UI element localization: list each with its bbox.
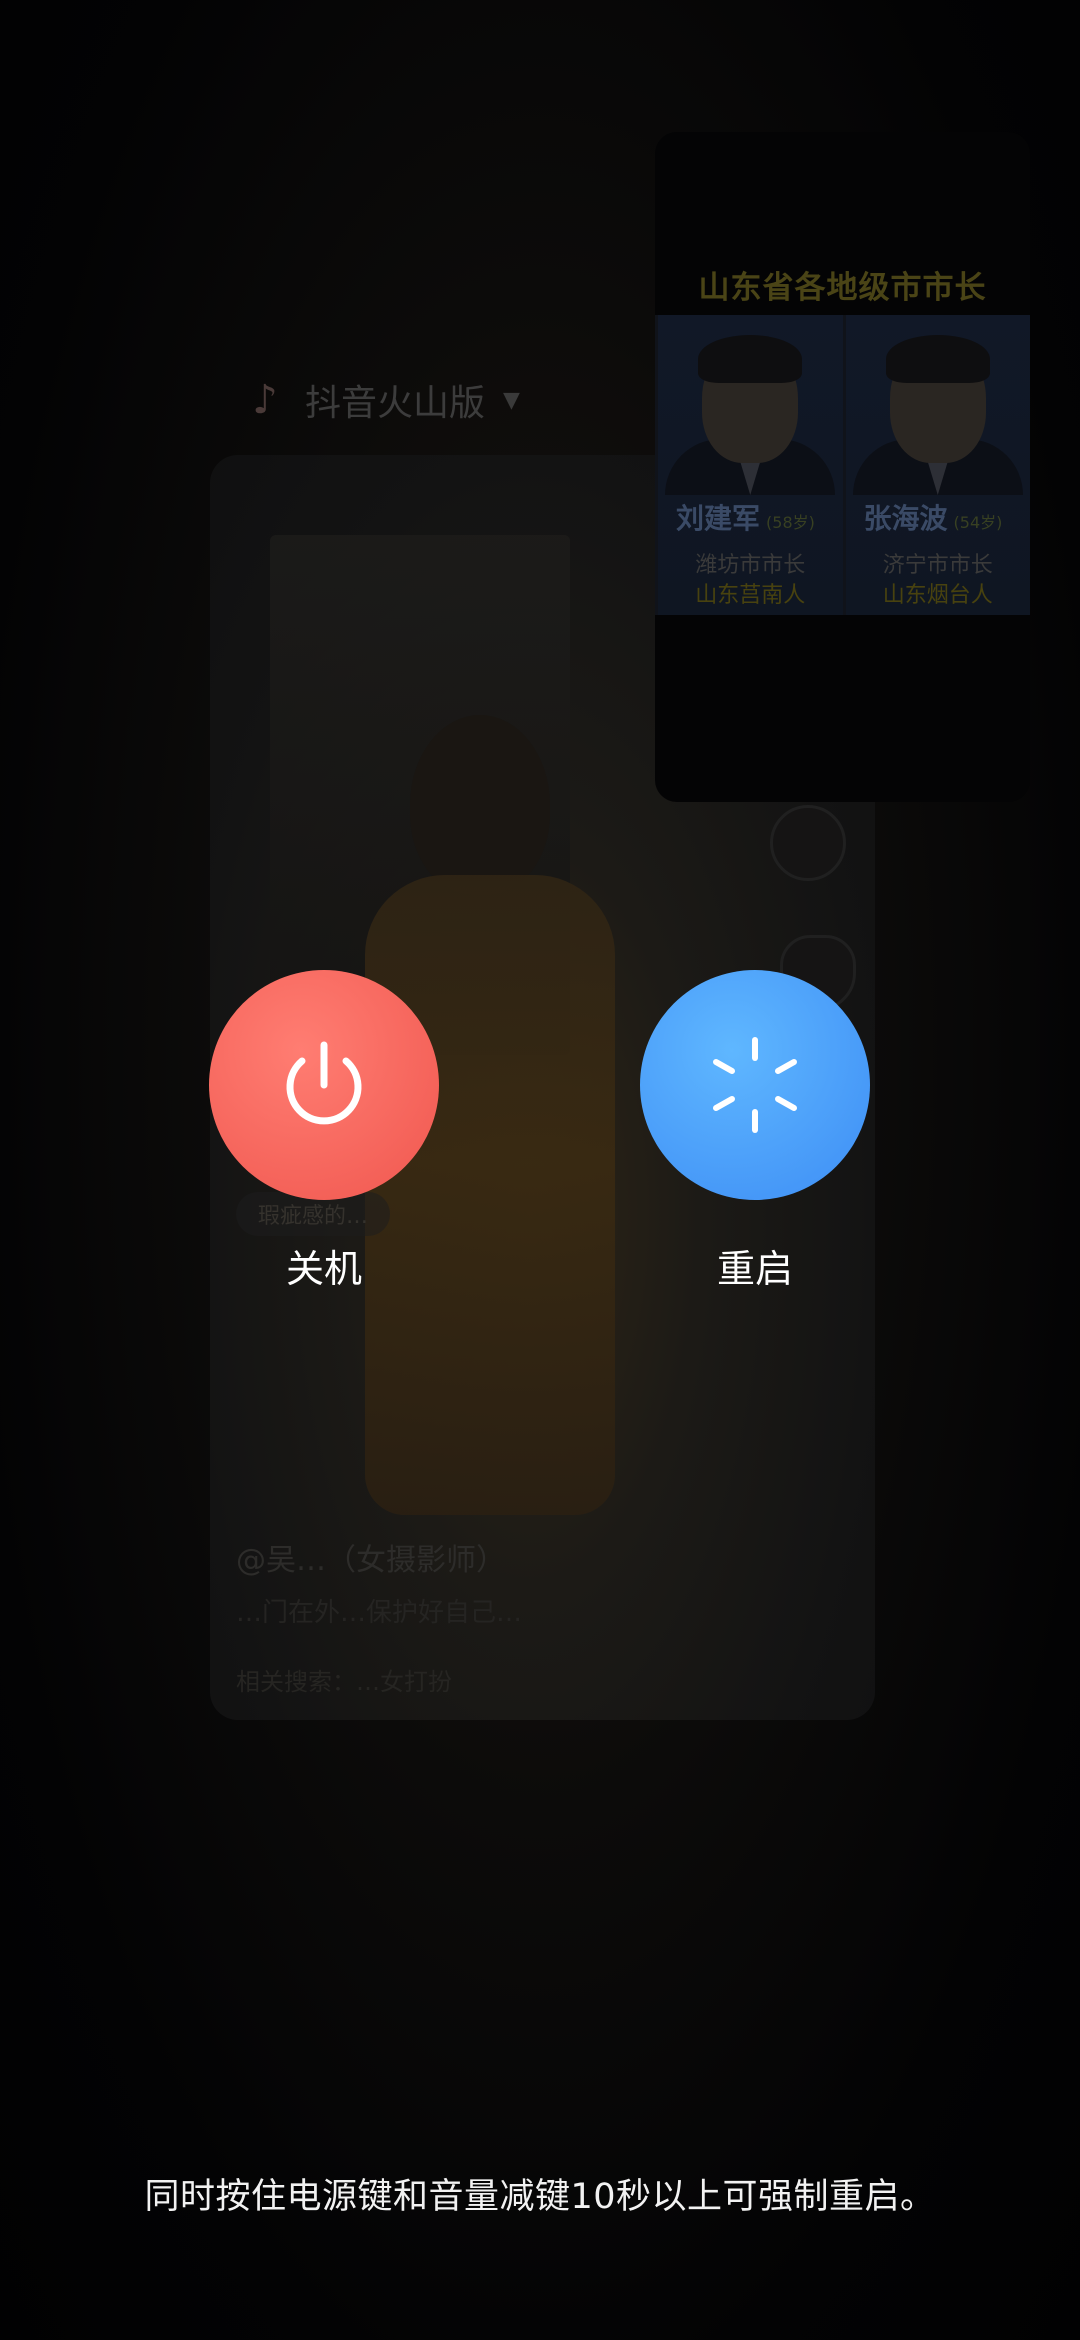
force-restart-hint: 同时按住电源键和音量减键10秒以上可强制重启。	[144, 2177, 936, 2217]
person-role: 济宁市市长	[882, 553, 993, 578]
background-related-search: 相关搜索：…女打扮	[236, 1668, 452, 1696]
person-portrait	[658, 315, 843, 495]
person-portrait	[846, 315, 1031, 495]
news-card-people: 刘建军 (58岁) 潍坊市市长 山东莒南人 张海波 (54岁) 济宁市市长 山东烟台…	[655, 315, 1030, 615]
person-age: (58岁)	[766, 513, 815, 532]
person-name: 张海波 (54岁)	[863, 502, 1003, 535]
background-person-head	[410, 715, 550, 895]
person-age: (54岁)	[953, 513, 1003, 532]
person-role: 潍坊市市长	[695, 553, 806, 578]
person-name: 刘建军 (58岁)	[676, 502, 815, 535]
news-card-title: 山东省各地级市市长	[698, 270, 987, 306]
restart-icon	[713, 1037, 797, 1133]
background-caption-subtitle: …门在外…保护好自己…	[236, 1598, 523, 1628]
shutdown-button[interactable]	[209, 970, 439, 1200]
background-caption-title: @吴…（女摄影师）	[236, 1543, 506, 1578]
tiktok-logo-icon: ♪	[252, 377, 278, 423]
person-card: 刘建军 (58岁) 潍坊市市长 山东莒南人	[655, 315, 843, 615]
background-app-header: ♪ 抖音火山版 ▼	[243, 372, 520, 428]
person-card: 张海波 (54岁) 济宁市市长 山东烟台人	[842, 315, 1031, 615]
background-avatar-icon	[770, 805, 846, 881]
shutdown-label: 关机	[285, 1247, 362, 1291]
power-icon	[286, 1041, 362, 1125]
chevron-down-icon: ▼	[503, 387, 520, 413]
restart-button[interactable]	[640, 970, 870, 1200]
person-native-place: 山东烟台人	[882, 583, 993, 608]
person-native-place: 山东莒南人	[695, 583, 806, 608]
power-menu-screen: ♪ 抖音火山版 ▼ 瑕疵感的… @吴…（女摄影师） …门在外…保护好自己… 相关…	[0, 0, 1080, 2340]
news-card: 山东省各地级市市长 刘建军 (58岁) 潍坊市市长 山东莒南人 张海波 (54岁…	[655, 132, 1030, 802]
background-app-name: 抖音火山版	[305, 383, 486, 424]
background-person-body	[365, 875, 615, 1515]
restart-label: 重启	[716, 1247, 793, 1291]
